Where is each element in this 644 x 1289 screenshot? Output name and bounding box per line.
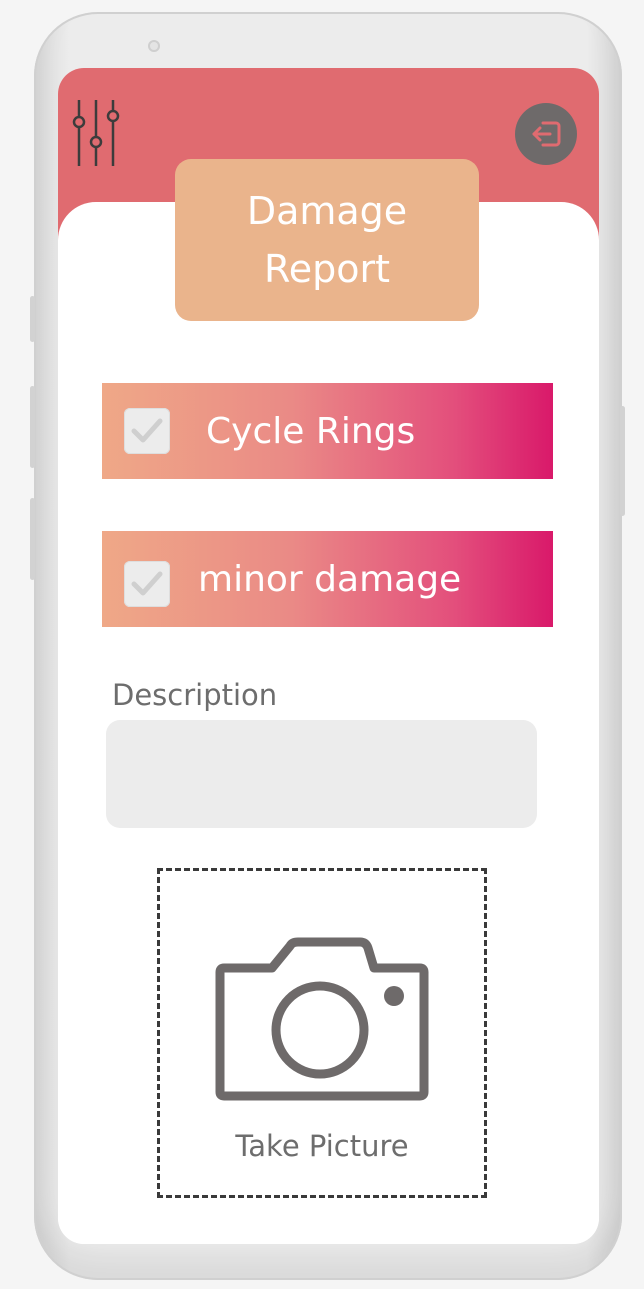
logout-button[interactable]: [515, 103, 577, 165]
option-checkbox[interactable]: [124, 408, 170, 454]
camera-icon: [215, 937, 429, 1101]
page-title-line2: Report: [264, 247, 390, 291]
option-label: minor damage: [198, 558, 462, 600]
logout-icon: [532, 121, 561, 147]
description-label: Description: [112, 678, 278, 712]
take-picture-label: Take Picture: [235, 1129, 409, 1163]
page-title: Damage Report: [197, 182, 457, 298]
phone-side-button: [30, 498, 35, 580]
option-label: Cycle Rings: [206, 410, 416, 452]
option-checkbox[interactable]: [124, 561, 170, 607]
option-cycle-rings[interactable]: Cycle Rings: [102, 383, 553, 479]
check-icon: [131, 571, 163, 596]
option-minor-damage[interactable]: minor damage: [102, 531, 553, 627]
canvas: Damage Report Cycle Rings minor damage D…: [0, 0, 644, 1289]
front-camera: [148, 40, 160, 52]
phone-power-button: [620, 406, 625, 516]
phone-side-button: [30, 386, 35, 468]
sliders-icon[interactable]: [70, 98, 126, 168]
phone-side-button: [30, 296, 35, 342]
check-icon: [131, 418, 163, 443]
page-title-card: Damage Report: [175, 159, 479, 321]
page-title-line1: Damage: [246, 189, 408, 233]
take-picture-button[interactable]: Take Picture: [157, 868, 487, 1198]
app-screen: Damage Report Cycle Rings minor damage D…: [58, 68, 599, 1244]
description-input[interactable]: [106, 720, 537, 828]
